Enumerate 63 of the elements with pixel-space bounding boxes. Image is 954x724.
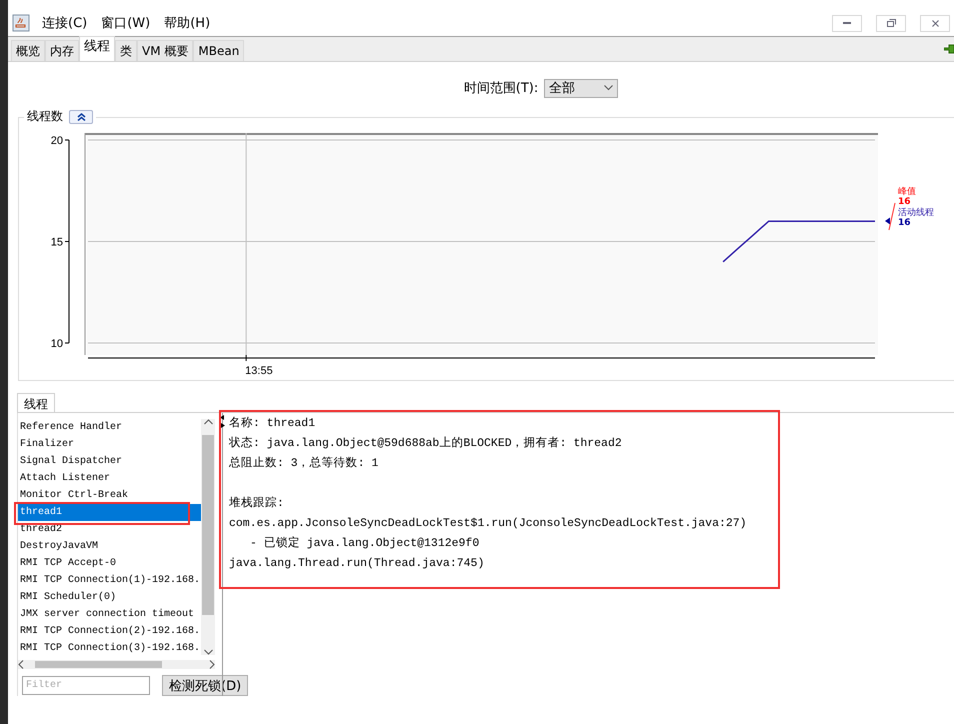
thread-list-item[interactable]: DestroyJavaVM <box>18 538 201 555</box>
thread-info-line: 状态: java.lang.Object@59d688ab上的BLOCKED，拥有者: thread2 <box>229 436 623 452</box>
filter-field[interactable]: Filter <box>22 676 150 695</box>
legend-label: 活动线程 <box>898 208 934 218</box>
time-range-label: 时间范围(T): <box>464 80 538 97</box>
thread-list-item[interactable]: Attach Listener <box>18 470 201 487</box>
thread-list-item[interactable]: JMX server connection timeout <box>18 606 201 623</box>
restore-button[interactable] <box>876 14 906 32</box>
thread-list-item[interactable]: thread2 <box>18 521 201 538</box>
plug-icon[interactable] <box>944 43 954 55</box>
chevron-left-icon[interactable] <box>18 660 24 669</box>
restore-icon <box>886 19 896 27</box>
menu-item[interactable]: 帮助(H) <box>162 14 212 32</box>
legend-label: 峰值 <box>898 187 916 197</box>
collapse-button[interactable] <box>69 110 93 124</box>
tab[interactable]: MBean <box>193 40 244 61</box>
y-tick-label: 20 <box>50 135 63 147</box>
tab[interactable]: 线程 <box>79 36 115 61</box>
x-tick-label: 13:55 <box>245 365 273 377</box>
stack-frame-line: com.es.app.JconsoleSyncDeadLockTest$1.run(JconsoleSyncDeadLockTest.java:27) <box>229 516 748 532</box>
double-chevron-up-icon <box>76 112 86 120</box>
stack-frame-line: java.lang.Thread.run(Thread.java:745) <box>229 556 486 572</box>
chevron-down-icon <box>604 85 614 91</box>
chart-title: 线程数 <box>27 108 63 125</box>
menu-item[interactable]: 窗口(W) <box>99 14 152 32</box>
thread-list-item[interactable]: RMI TCP Connection(1)-192.168. <box>18 572 201 589</box>
thread-list-item[interactable]: RMI TCP Connection(2)-192.168. <box>18 623 201 640</box>
leader-line <box>888 202 896 230</box>
thread-list-item[interactable]: Monitor Ctrl-Break <box>18 487 201 504</box>
chevron-right-icon[interactable] <box>209 660 215 669</box>
split-arrows-icon[interactable] <box>220 415 225 429</box>
stack-trace-title: 堆栈跟踪: <box>229 496 285 512</box>
lock-line: - 已锁定 java.lang.Object@1312e9f0 <box>249 536 480 552</box>
tab[interactable]: 类 <box>115 40 137 61</box>
tab[interactable]: 概览 <box>11 40 45 61</box>
chevron-down-icon[interactable] <box>204 649 212 655</box>
chevron-up-icon[interactable] <box>204 419 212 425</box>
y-tick-label: 10 <box>50 338 63 350</box>
marker-icon <box>885 218 890 224</box>
horizontal-scrollbar[interactable] <box>18 660 215 669</box>
thread-list-item[interactable]: RMI TCP Accept-0 <box>18 555 201 572</box>
thread-list-item[interactable]: Signal Dispatcher <box>18 453 201 470</box>
thread-list-item[interactable]: RMI Scheduler(0) <box>18 589 201 606</box>
time-range-dropdown[interactable]: 全部 <box>544 78 618 98</box>
thread-info-line: 总阻止数: 3，总等待数: 1 <box>229 456 380 472</box>
close-button[interactable] <box>920 14 950 32</box>
menu-item[interactable]: 连接(C) <box>40 14 90 32</box>
tab[interactable]: 内存 <box>45 40 79 61</box>
y-tick-label: 15 <box>50 236 63 248</box>
thread-list-item[interactable]: RMI TCP Connection(3)-192.168. <box>18 640 201 657</box>
java-cup-icon <box>12 14 30 32</box>
thread-list-item[interactable]: Finalizer <box>18 436 201 453</box>
tab[interactable]: VM 概要 <box>137 40 194 61</box>
thread-list-item[interactable]: thread1 <box>18 504 201 521</box>
legend-value: 16 <box>898 197 911 207</box>
minimize-icon <box>843 22 851 24</box>
vertical-scrollbar[interactable] <box>201 419 215 655</box>
thread-list-item[interactable]: Reference Handler <box>18 419 201 436</box>
minimize-button[interactable] <box>832 14 862 32</box>
tab[interactable]: 线程 <box>17 393 55 412</box>
close-icon <box>932 20 938 26</box>
legend-value: 16 <box>898 218 911 228</box>
thread-info-line: 名称: thread1 <box>229 416 316 432</box>
